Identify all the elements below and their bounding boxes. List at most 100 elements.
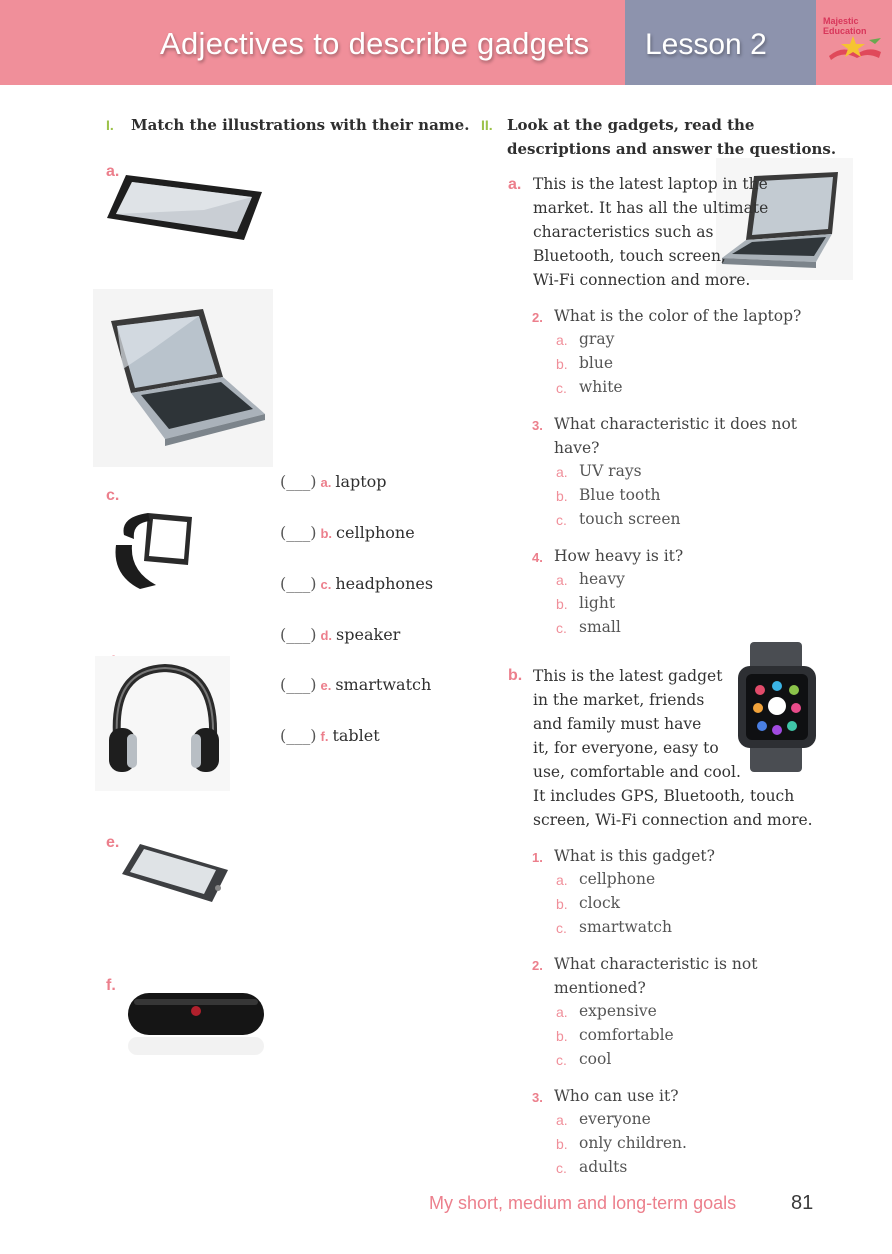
option-letter: b.: [556, 896, 568, 912]
headphones-icon: [95, 656, 230, 791]
picture-letter-e: e.: [106, 834, 120, 851]
option-text[interactable]: blue: [579, 354, 613, 372]
part-b-line-2: in the market, friends: [533, 691, 705, 709]
option-text[interactable]: UV rays: [579, 462, 642, 480]
answer-blank[interactable]: (___): [280, 675, 316, 694]
match-letter: d.: [320, 628, 333, 643]
part-b-line-6: It includes GPS, Bluetooth, touch: [533, 787, 795, 805]
option-text[interactable]: gray: [579, 330, 614, 348]
option-letter: a.: [556, 1004, 568, 1020]
question-number: 3.: [532, 418, 543, 433]
part-b-line-3: and family must have: [533, 715, 702, 733]
option-letter: b.: [556, 356, 568, 372]
question-number: 3.: [532, 1090, 543, 1105]
part-b-line-4: it, for everyone, easy to: [533, 739, 719, 757]
option-text[interactable]: clock: [579, 894, 620, 912]
part-a-line-4: Bluetooth, touch screen,: [533, 247, 726, 265]
question-number: 1.: [532, 850, 543, 865]
option-text[interactable]: only children.: [579, 1134, 687, 1152]
part-a-line-2: market. It has all the ultimate: [533, 199, 769, 217]
lesson-label: Lesson 2: [645, 28, 767, 61]
option-text[interactable]: cellphone: [579, 870, 655, 888]
question-text: How heavy is it?: [554, 547, 684, 565]
part-a-letter: a.: [508, 176, 522, 193]
part-b-letter: b.: [508, 667, 523, 684]
laptop-icon: [93, 289, 273, 467]
page-title: Adjectives to describe gadgets: [160, 26, 590, 61]
option-text[interactable]: smartwatch: [579, 918, 672, 936]
option-text[interactable]: cool: [579, 1050, 611, 1068]
option-letter: a.: [556, 572, 568, 588]
question-text: What is this gadget?: [554, 847, 715, 865]
match-item-smartwatch[interactable]: (___) e. smartwatch: [280, 675, 431, 694]
question-number: 4.: [532, 550, 543, 565]
option-letter: a.: [556, 1112, 568, 1128]
part-a-line-1: This is the latest laptop in the: [533, 175, 768, 193]
match-item-tablet[interactable]: (___) f. tablet: [280, 726, 380, 745]
option-letter: a.: [556, 464, 568, 480]
answer-blank[interactable]: (___): [280, 574, 316, 593]
section-1-heading: Match the illustrations with their name.: [131, 116, 470, 134]
option-letter: c.: [556, 1052, 567, 1068]
option-text[interactable]: Blue tooth: [579, 486, 661, 504]
part-b-line-5: use, comfortable and cool.: [533, 763, 741, 781]
option-text[interactable]: expensive: [579, 1002, 657, 1020]
match-letter: e.: [320, 678, 332, 693]
match-word: cellphone: [336, 523, 415, 542]
publisher-logo: Majestic Education: [823, 16, 885, 66]
option-letter: a.: [556, 332, 568, 348]
smartwatch-icon: [738, 642, 816, 772]
logo-line-2: Education: [823, 26, 867, 36]
option-text[interactable]: white: [579, 378, 623, 396]
option-text[interactable]: heavy: [579, 570, 625, 588]
option-text[interactable]: everyone: [579, 1110, 651, 1128]
picture-letter-c: c.: [106, 487, 120, 504]
lesson-box: Lesson 2: [625, 0, 816, 85]
page-number: 81: [791, 1192, 814, 1214]
option-letter: b.: [556, 1136, 568, 1152]
question-number: 2.: [532, 958, 543, 973]
answer-blank[interactable]: (___): [280, 523, 316, 542]
option-letter: c.: [556, 920, 567, 936]
question-number: 2.: [532, 310, 543, 325]
match-word: headphones: [335, 574, 434, 593]
match-item-laptop[interactable]: (___) a. laptop: [280, 472, 387, 491]
question-text: mentioned?: [554, 979, 646, 997]
page-header: Adjectives to describe gadgets Lesson 2 …: [0, 0, 892, 85]
answer-blank[interactable]: (___): [280, 726, 316, 745]
option-letter: c.: [556, 620, 567, 636]
section-2-heading-line-1: Look at the gadgets, read the: [507, 116, 755, 134]
footer-text: My short, medium and long-term goals: [429, 1193, 737, 1213]
question-text: What characteristic it does not: [554, 415, 798, 433]
match-word: speaker: [336, 625, 401, 644]
match-word: smartwatch: [335, 675, 432, 694]
answer-blank[interactable]: (___): [280, 625, 316, 644]
option-text[interactable]: light: [579, 594, 615, 612]
section-2-numeral: II.: [481, 117, 493, 133]
tablet-icon: [107, 175, 262, 240]
match-word: laptop: [335, 472, 387, 491]
logo-line-1: Majestic: [823, 16, 859, 26]
match-letter: b.: [320, 526, 333, 541]
question-text: have?: [554, 439, 600, 457]
match-item-cellphone[interactable]: (___) b. cellphone: [280, 523, 415, 542]
question-text: Who can use it?: [554, 1087, 679, 1105]
match-item-headphones[interactable]: (___) c. headphones: [280, 574, 433, 593]
match-letter: a.: [320, 475, 332, 490]
smartwatch-icon: [115, 513, 192, 589]
speaker-icon: [128, 993, 264, 1055]
option-letter: b.: [556, 1028, 568, 1044]
option-text[interactable]: small: [579, 618, 621, 636]
option-text[interactable]: comfortable: [579, 1026, 674, 1044]
match-word: tablet: [332, 726, 380, 745]
option-text[interactable]: adults: [579, 1158, 627, 1176]
part-a-line-5: Wi-Fi connection and more.: [533, 271, 751, 289]
match-item-speaker[interactable]: (___) d. speaker: [280, 625, 400, 644]
option-letter: c.: [556, 380, 567, 396]
star-book-icon: [829, 36, 881, 60]
question-text: What is the color of the laptop?: [554, 307, 802, 325]
option-letter: c.: [556, 1160, 567, 1176]
option-text[interactable]: touch screen: [579, 510, 681, 528]
cellphone-icon: [122, 844, 228, 902]
answer-blank[interactable]: (___): [280, 472, 316, 491]
